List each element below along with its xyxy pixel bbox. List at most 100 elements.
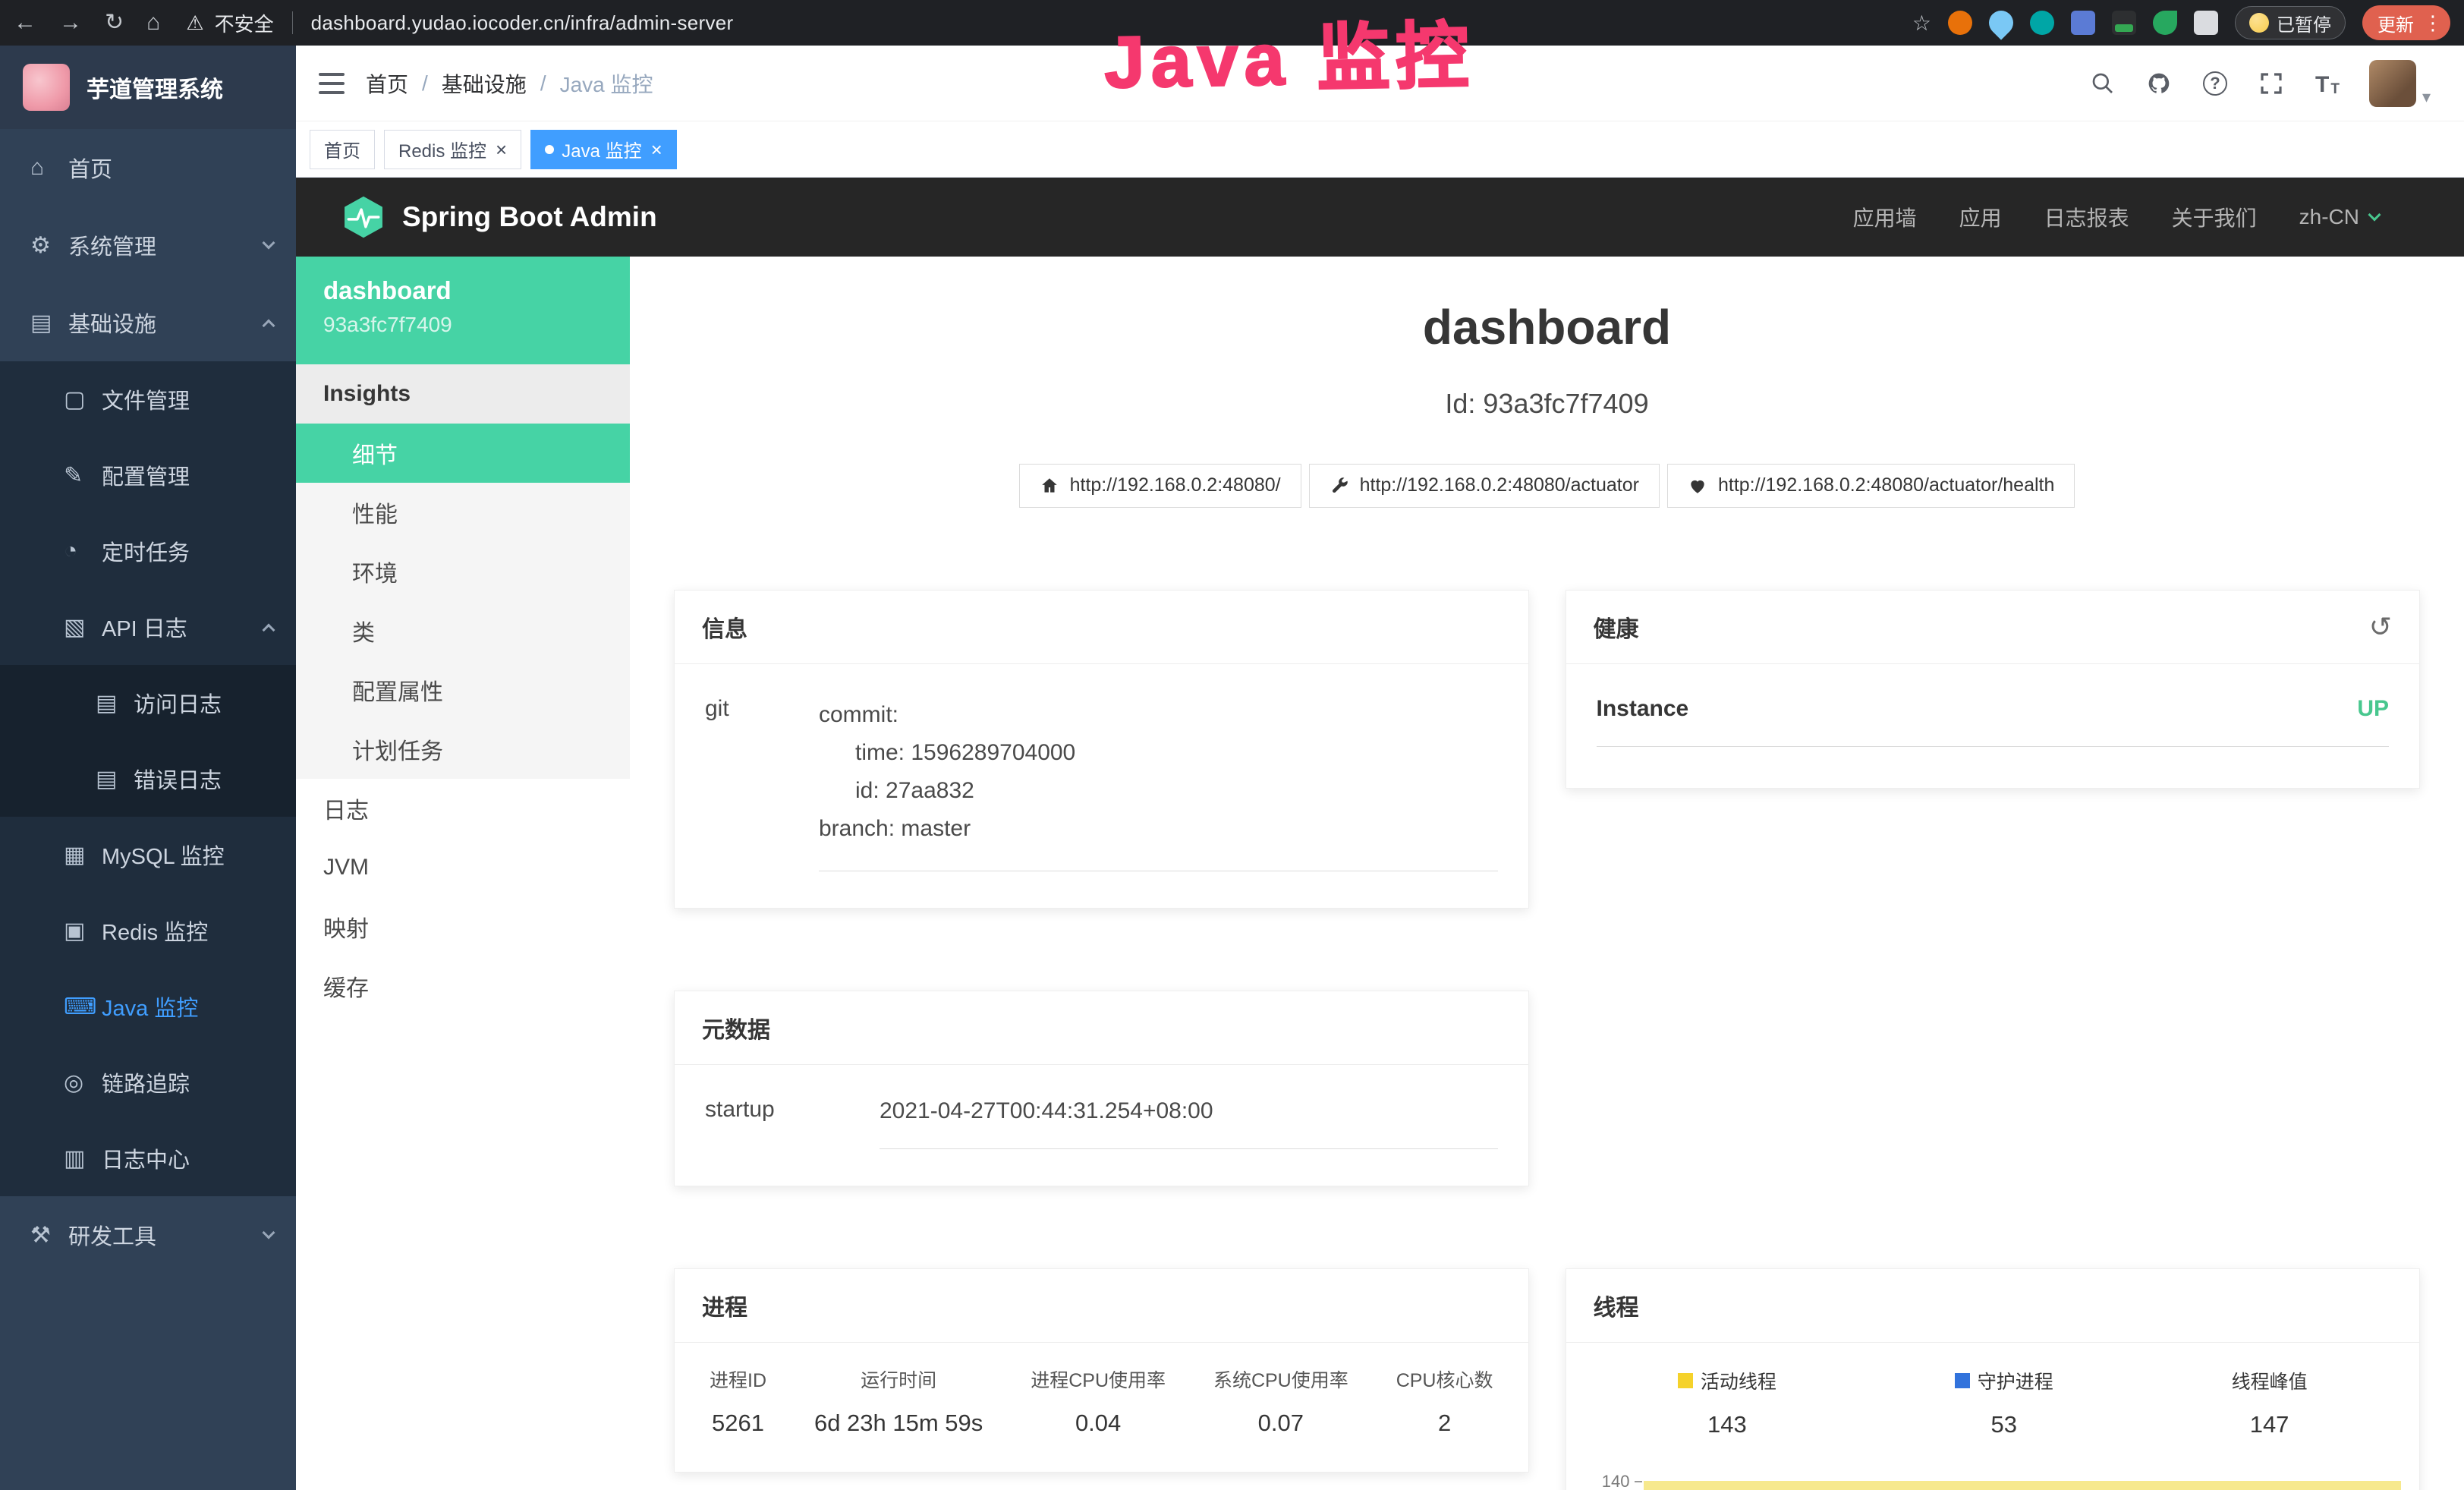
column-value: 0.04: [1031, 1410, 1166, 1437]
sidebar-item-access-log[interactable]: ▤ 访问日志: [0, 665, 296, 741]
sba-nav-wallboard[interactable]: 应用墙: [1853, 202, 1917, 232]
sidebar-item-files[interactable]: ▢ 文件管理: [0, 361, 296, 437]
breadcrumb-item[interactable]: 基础设施: [442, 68, 527, 99]
sidebar-item-home[interactable]: ⌂ 首页: [0, 129, 296, 206]
legend-item: 线程峰值 147: [2232, 1367, 2308, 1438]
sidebar-item-label: 配置管理: [102, 459, 190, 491]
address-bar[interactable]: ⚠ 不安全 dashboard.yudao.iocoder.cn/infra/a…: [186, 9, 1912, 37]
sidebar-item-tracing[interactable]: ◎ 链路追踪: [0, 1044, 296, 1120]
close-icon[interactable]: ×: [496, 140, 507, 159]
close-icon[interactable]: ×: [651, 140, 662, 159]
extension-icon-2[interactable]: [1984, 5, 2018, 39]
sba-item-config-props[interactable]: 配置属性: [296, 660, 630, 720]
sba-nav-about[interactable]: 关于我们: [2172, 202, 2257, 232]
sidebar-item-java-monitor[interactable]: ⌨ Java 监控: [0, 969, 296, 1044]
process-column: 进程CPU使用率 0.04: [1031, 1366, 1166, 1437]
column-header: 系统CPU使用率: [1213, 1366, 1348, 1393]
legend-item: 活动线程 143: [1678, 1367, 1776, 1438]
instance-header[interactable]: dashboard 93a3fc7f7409: [296, 257, 630, 364]
sidebar-group-insights: Insights: [296, 364, 630, 424]
paused-badge[interactable]: 已暂停: [2235, 6, 2346, 39]
extension-icon-1[interactable]: [1948, 11, 1972, 35]
sba-item-mappings[interactable]: 映射: [296, 897, 630, 956]
emoji-icon: [2249, 13, 2269, 33]
sba-nav-applications[interactable]: 应用: [1959, 202, 2002, 232]
mysql-icon: ▦: [64, 842, 99, 868]
actuator-url-chip[interactable]: http://192.168.0.2:48080/actuator: [1309, 464, 1660, 508]
tag-home[interactable]: 首页: [310, 130, 375, 169]
instance-id: 93a3fc7f7409: [323, 313, 630, 337]
sba-item-logs[interactable]: 日志: [296, 779, 630, 838]
log-center-icon: ▥: [64, 1145, 99, 1172]
column-value: 2: [1396, 1410, 1493, 1437]
health-url-chip[interactable]: http://192.168.0.2:48080/actuator/health: [1667, 464, 2075, 508]
chart-y-axis: 140 120 100: [1575, 1466, 1642, 1490]
locale-selector[interactable]: zh-CN: [2299, 205, 2379, 229]
history-icon[interactable]: ↺: [2369, 613, 2392, 641]
fullscreen-icon[interactable]: [2257, 69, 2286, 98]
card-title: 信息: [675, 591, 1528, 664]
metadata-value: 2021-04-27T00:44:31.254+08:00: [880, 1097, 1498, 1149]
column-header: 运行时间: [814, 1366, 983, 1393]
sba-item-caches[interactable]: 缓存: [296, 956, 630, 1016]
sidebar-item-devtools[interactable]: ⚒ 研发工具: [0, 1196, 296, 1274]
extension-icon-3[interactable]: [2030, 11, 2054, 35]
app-frame: 芋道管理系统 ⌂ 首页 ⚙ 系统管理 ▤ 基础设施 ▢ 文件管理 ✎ 配置管理: [0, 46, 2464, 1490]
extension-puzzle-icon[interactable]: [2194, 11, 2218, 35]
browser-menu-dots-icon[interactable]: ⋮: [2423, 11, 2443, 35]
column-value: 6d 23h 15m 59s: [814, 1410, 983, 1437]
actuator-url: http://192.168.0.2:48080/actuator: [1360, 474, 1639, 496]
info-value: commit: time: 1596289704000 id: 27aa832 …: [819, 696, 1498, 871]
extension-icon-6[interactable]: [2153, 11, 2177, 35]
legend-label: 活动线程: [1701, 1367, 1776, 1394]
sidebar-item-config[interactable]: ✎ 配置管理: [0, 437, 296, 513]
help-icon[interactable]: ?: [2201, 69, 2230, 98]
sidebar-item-label: Java 监控: [102, 991, 198, 1022]
user-avatar[interactable]: ▾: [2369, 60, 2431, 107]
extension-icon-4[interactable]: [2071, 11, 2095, 35]
sidebar-item-system[interactable]: ⚙ 系统管理: [0, 206, 296, 284]
sba-item-jvm[interactable]: JVM: [296, 838, 630, 897]
service-url-chip[interactable]: http://192.168.0.2:48080/: [1019, 464, 1301, 508]
sidebar-item-scheduled-tasks[interactable]: ◔ 定时任务: [0, 513, 296, 589]
chevron-up-icon: [263, 320, 275, 332]
sidebar-item-infrastructure[interactable]: ▤ 基础设施: [0, 284, 296, 361]
metadata-key: startup: [705, 1097, 880, 1149]
update-button[interactable]: 更新 ⋮: [2362, 5, 2450, 40]
search-icon[interactable]: [2088, 69, 2117, 98]
extension-icon-5[interactable]: [2112, 11, 2136, 35]
sba-item-metrics[interactable]: 性能: [296, 483, 630, 542]
sba-item-scheduled-tasks[interactable]: 计划任务: [296, 720, 630, 779]
browser-home-icon[interactable]: ⌂: [146, 11, 160, 34]
font-size-icon[interactable]: TT: [2313, 69, 2342, 98]
metadata-row: startup 2021-04-27T00:44:31.254+08:00: [675, 1065, 1528, 1186]
update-label: 更新: [2377, 10, 2414, 36]
sba-item-details[interactable]: 细节: [296, 424, 630, 483]
service-url: http://192.168.0.2:48080/: [1070, 474, 1281, 496]
caret-down-icon: ▾: [2422, 87, 2431, 107]
github-icon[interactable]: [2145, 69, 2173, 98]
forward-icon[interactable]: →: [59, 11, 82, 34]
process-table: 进程ID 5261 运行时间 6d 23h 15m 59s 进程CPU使用率 0…: [675, 1343, 1528, 1472]
security-label: 不安全: [215, 9, 274, 37]
bookmark-star-icon[interactable]: ☆: [1912, 11, 1931, 36]
sidebar-item-error-log[interactable]: ▤ 错误日志: [0, 741, 296, 817]
topbar: 首页 / 基础设施 / Java 监控 ? TT: [296, 46, 2464, 121]
sidebar-item-label: Redis 监控: [102, 915, 208, 947]
reload-icon[interactable]: ↻: [105, 11, 124, 34]
tag-java-monitor[interactable]: Java 监控 ×: [530, 130, 677, 169]
back-icon[interactable]: ←: [14, 11, 36, 34]
breadcrumb-item[interactable]: 首页: [366, 68, 408, 99]
tag-redis-monitor[interactable]: Redis 监控 ×: [384, 130, 521, 169]
sidebar-item-api-log[interactable]: ▧ API 日志: [0, 589, 296, 665]
tag-view-bar: 首页 Redis 监控 × Java 监控 ×: [296, 121, 2464, 178]
sidebar-item-redis-monitor[interactable]: ▣ Redis 监控: [0, 893, 296, 969]
sba-nav-journal[interactable]: 日志报表: [2044, 202, 2129, 232]
hamburger-icon[interactable]: [319, 73, 345, 94]
sidebar-item-log-center[interactable]: ▥ 日志中心: [0, 1120, 296, 1196]
url-text[interactable]: dashboard.yudao.iocoder.cn/infra/admin-s…: [311, 11, 734, 35]
sba-item-environment[interactable]: 环境: [296, 542, 630, 601]
sba-brand[interactable]: Spring Boot Admin: [402, 201, 657, 233]
sba-item-classes[interactable]: 类: [296, 601, 630, 660]
sidebar-item-mysql-monitor[interactable]: ▦ MySQL 监控: [0, 817, 296, 893]
